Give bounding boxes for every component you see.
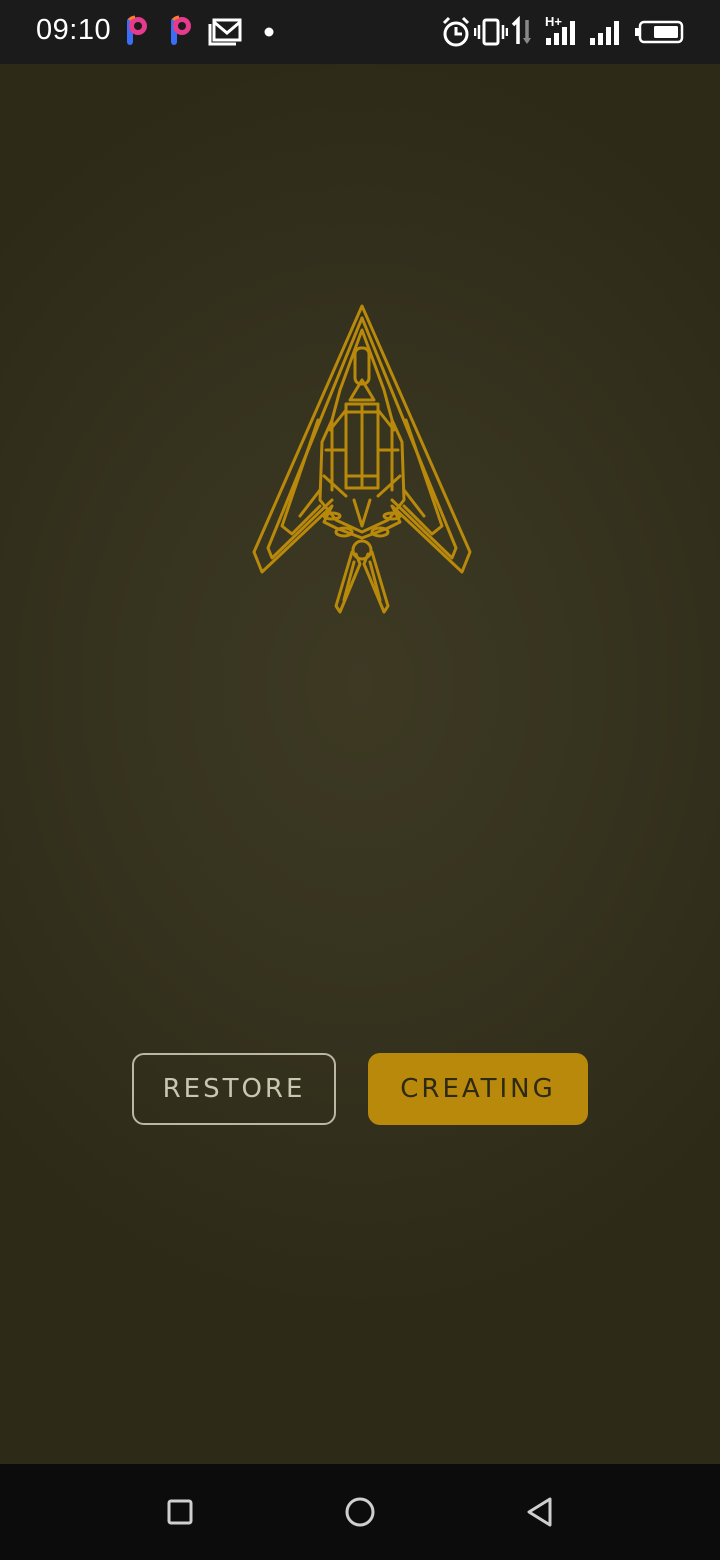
status-time: 09:10 [36, 14, 112, 46]
navigation-bar [0, 1464, 720, 1560]
data-transfer-icon [511, 15, 531, 44]
notification-dot-icon [264, 27, 274, 37]
signal-icon [546, 21, 575, 45]
main-content: RESTORE CREATING [0, 64, 720, 1464]
app-screen: 09:10 H+ RESTORE CREATING [0, 0, 720, 1560]
picsart-icon [171, 15, 191, 45]
back-triangle-icon [527, 1497, 552, 1527]
status-bar: 09:10 H+ [0, 0, 720, 64]
restore-button[interactable]: RESTORE [132, 1053, 336, 1125]
battery-icon [635, 20, 684, 44]
vibrate-icon [474, 18, 508, 46]
picsart-icon [127, 15, 147, 45]
alarm-icon [442, 16, 470, 47]
back-button[interactable] [516, 1488, 564, 1536]
recents-button[interactable] [156, 1488, 204, 1536]
home-button[interactable] [336, 1488, 384, 1536]
gallery-mail-icon [208, 18, 242, 46]
stealth-jet-icon [252, 304, 472, 614]
square-icon [167, 1499, 193, 1525]
creating-button[interactable]: CREATING [368, 1053, 588, 1125]
circle-icon [345, 1497, 375, 1527]
signal-icon [590, 21, 619, 45]
